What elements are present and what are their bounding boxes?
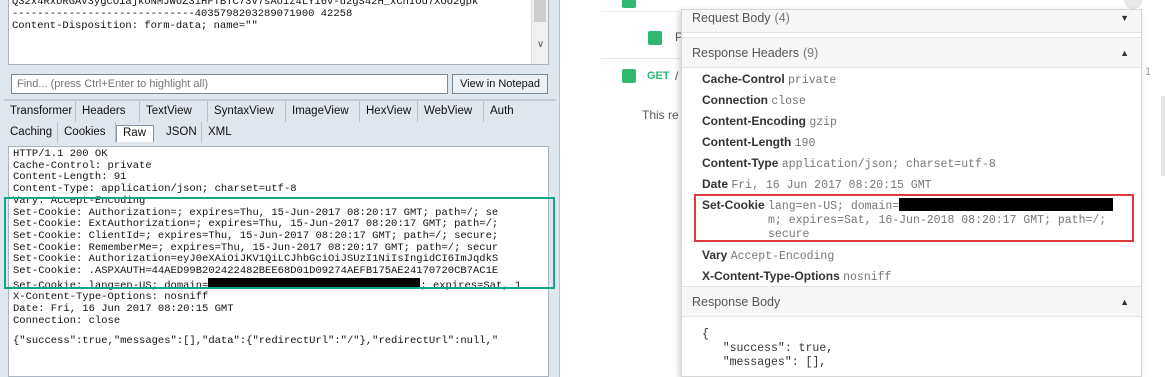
section-response-headers[interactable]: Response Headers (9) ▲ <box>682 37 1141 68</box>
request-details-panel: Request Body (4) ▼ Response Headers (9) ▲ … <box>681 9 1142 377</box>
tab-json[interactable]: JSON <box>160 122 202 143</box>
redacted-block <box>899 198 1114 211</box>
tab-textview[interactable]: TextView <box>140 101 208 122</box>
section-request-body[interactable]: Request Body (4) ▼ <box>682 10 1141 33</box>
header-row: Vary Accept-Encoding <box>702 248 835 263</box>
tab-hexview[interactable]: HexView <box>360 101 418 122</box>
section-title: Response Body <box>692 295 781 309</box>
http-method-badge: GET <box>647 70 670 82</box>
header-row: Content-Length 190 <box>702 135 816 150</box>
header-row: Cache-Control private <box>702 72 837 87</box>
status-green-icon <box>622 69 636 83</box>
request-path: / <box>675 69 679 83</box>
expand-caret-down-icon[interactable]: ▼ <box>1120 10 1129 31</box>
header-row: Content-Encoding gzip <box>702 114 837 129</box>
request-body-scrollbar[interactable]: ∨ <box>531 0 548 64</box>
right-scrollbar[interactable] <box>1161 96 1165 176</box>
section-count: (4) <box>774 11 790 25</box>
redacted-block <box>208 277 421 289</box>
tab-imageview[interactable]: ImageView <box>286 101 360 122</box>
header-row: X-Content-Type-Options nosniff <box>702 269 892 284</box>
header-row: Content-Type application/json; charset=u… <box>702 156 996 171</box>
inspector-tabs-row-1: Transformer Headers TextView SyntaxView … <box>4 101 524 122</box>
request-body-textview[interactable]: Q32x4RxURGAV3ygcOiajkoNMJWUZ3iHFTBTC73v7… <box>8 0 549 65</box>
tab-syntaxview[interactable]: SyntaxView <box>208 101 286 122</box>
tab-cookies[interactable]: Cookies <box>58 122 116 143</box>
tab-webview[interactable]: WebView <box>418 101 484 122</box>
tab-raw[interactable]: Raw <box>116 125 154 142</box>
tab-transformer[interactable]: Transformer <box>4 101 76 122</box>
tab-caching[interactable]: Caching <box>4 122 58 143</box>
background-text: This re <box>642 108 679 122</box>
scroll-marker: 1 <box>1145 66 1152 78</box>
response-raw-text: HTTP/1.1 200 OK Cache-Control: private C… <box>13 148 522 347</box>
section-response-body[interactable]: Response Body ▲ <box>682 286 1141 317</box>
scroll-down-arrow-icon[interactable]: ∨ <box>532 38 548 52</box>
header-row-set-cookie: Set-Cookie lang=en-US; domain= m; expires… <box>702 198 1132 242</box>
inspector-tabs-row-2: Caching Cookies Raw JSON XML <box>4 122 240 143</box>
view-in-notepad-button[interactable]: View in Notepad <box>452 74 548 94</box>
tab-headers[interactable]: Headers <box>76 101 140 122</box>
header-row: Date Fri, 16 Jun 2017 08:20:15 GMT <box>702 177 932 192</box>
collapse-caret-up-icon[interactable]: ▲ <box>1120 38 1129 69</box>
fiddler-inspector-pane: Q32x4RxURGAV3ygcOiajkoNMJWUZ3iHFTBTC73v7… <box>0 0 560 377</box>
tab-auth[interactable]: Auth <box>484 101 524 122</box>
response-body-json: { "success": true, "messages": [], <box>702 328 834 369</box>
scrollbar-thumb[interactable] <box>534 0 546 22</box>
tab-xml[interactable]: XML <box>202 122 240 143</box>
section-count: (9) <box>803 46 819 60</box>
section-title: Response Headers <box>692 46 800 60</box>
request-body-text: Q32x4RxURGAV3ygcOiajkoNMJWUZ3iHFTBTC73v7… <box>12 0 479 32</box>
status-green-icon <box>648 31 662 45</box>
response-raw-textview[interactable]: HTTP/1.1 200 OK Cache-Control: private C… <box>8 146 549 377</box>
header-row: Connection close <box>702 93 806 108</box>
collapse-caret-up-icon[interactable]: ▲ <box>1120 287 1129 318</box>
status-green-icon <box>622 0 636 8</box>
section-title: Request Body <box>692 11 771 25</box>
find-input[interactable] <box>11 74 448 94</box>
